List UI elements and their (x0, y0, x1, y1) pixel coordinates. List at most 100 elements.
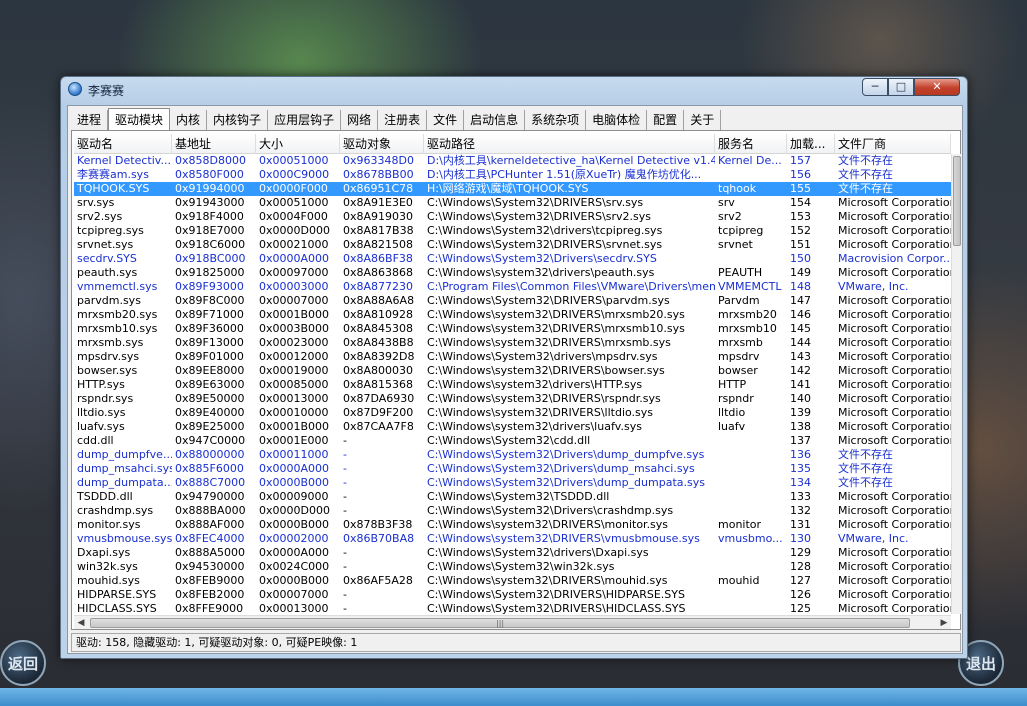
tab-8[interactable]: 启动信息 (464, 110, 526, 131)
table-cell: 0x88000000 (175, 448, 245, 461)
table-cell: luafv.sys (77, 420, 125, 433)
table-cell: 137 (790, 434, 811, 447)
table-cell: 0x8FEB9000 (175, 574, 245, 587)
table-row[interactable]: HTTP.sys 0x89E63000 0x00085000 0x8A815368 C:… (74, 378, 951, 392)
column-header[interactable]: 服务名 (715, 134, 787, 154)
table-cell: srvnet (718, 238, 753, 251)
table-row[interactable]: lltdio.sys 0x89E40000 0x00010000 0x87D9F200… (74, 406, 951, 420)
table-cell: mouhid (718, 574, 760, 587)
table-row[interactable]: Kernel Detectiv... 0x858D8000 0x00051000 0x… (74, 154, 951, 168)
table-row[interactable]: vmusbmouse.sys 0x8FEC4000 0x00002000 0x86B7… (74, 532, 951, 546)
table-row[interactable]: Dxapi.sys 0x888A5000 0x0000A000- C:\Windows… (74, 546, 951, 560)
column-header[interactable]: 驱动名 (74, 134, 172, 154)
scroll-right-icon[interactable]: ▶ (937, 616, 951, 630)
table-cell: C:\Windows\System32\Drivers\crashdmp.sys (427, 504, 674, 517)
table-row[interactable]: mouhid.sys 0x8FEB9000 0x0000B000 0x86AF5A28… (74, 574, 951, 588)
column-header[interactable]: 大小 (256, 134, 340, 154)
tab-3[interactable]: 内核钩子 (207, 110, 269, 131)
table-row[interactable]: dump_msahci.sys 0x885F6000 0x0000A000- C:\W… (74, 462, 951, 476)
table-row[interactable]: mrxsmb20.sys 0x89F71000 0x0001B000 0x8A8109… (74, 308, 951, 322)
table-row[interactable]: cdd.dll 0x947C0000 0x0001E000 - C:\Windows\S… (74, 434, 951, 448)
table-row[interactable]: parvdm.sys 0x89F8C000 0x00007000 0x8A88A6A8… (74, 294, 951, 308)
table-cell: - (343, 476, 347, 489)
tab-0[interactable]: 进程 (71, 110, 109, 131)
table-header: 驱动名 基地址 大小 驱动对象 驱动路径 服务名 加载... 文件厂商 (74, 134, 951, 154)
minimize-icon[interactable]: ─ (862, 78, 888, 96)
table-cell: 138 (790, 420, 811, 433)
column-header[interactable]: 基地址 (172, 134, 256, 154)
table-row[interactable]: rspndr.sys 0x89E50000 0x00013000 0x87DA6930… (74, 392, 951, 406)
table-cell: 0x8A815368 (343, 378, 414, 391)
tab-10[interactable]: 电脑体检 (586, 110, 648, 131)
back-button[interactable]: 返回 (0, 640, 46, 686)
table-row[interactable]: HIDPARSE.SYS 0x8FEB2000 0x00007000 - C:\Wind… (74, 588, 951, 602)
table-cell: mrxsmb10 (718, 322, 777, 335)
tab-1[interactable]: 驱动模块 (108, 108, 171, 131)
table-row[interactable]: HIDCLASS.SYS 0x8FFE9000 0x00013000 - C:\Wind… (74, 602, 951, 614)
table-cell: 0x87D9F200 (343, 406, 414, 419)
table-cell: 129 (790, 546, 811, 559)
table-row[interactable]: srv2.sys 0x918F4000 0x0004F000 0x8A919030 C:… (74, 210, 951, 224)
table-row[interactable]: mrxsmb10.sys 0x89F36000 0x0003B000 0x8A8453… (74, 322, 951, 336)
table-row[interactable]: TQHOOK.SYS 0x91994000 0x0000F000 0x86951C78… (74, 182, 951, 196)
table-row[interactable]: win32k.sys 0x94530000 0x0024C000- C:\Window… (74, 560, 951, 574)
table-row[interactable]: crashdmp.sys 0x888BA000 0x0000D000- C:\Wind… (74, 504, 951, 518)
table-row[interactable]: dump_dumpata.... 0x888C7000 0x0000B000- C:\… (74, 476, 951, 490)
tab-4[interactable]: 应用层钩子 (268, 110, 342, 131)
table-row[interactable]: dump_dumpfve.... 0x88000000 0x00011000 - C:\… (74, 448, 951, 462)
tab-7[interactable]: 文件 (427, 110, 465, 131)
scroll-left-icon[interactable]: ◀ (74, 616, 88, 630)
tab-5[interactable]: 网络 (341, 110, 379, 131)
table-row[interactable]: peauth.sys 0x91825000 0x00097000 0x8A863868… (74, 266, 951, 280)
column-header[interactable]: 文件厂商 (835, 134, 951, 154)
tab-12[interactable]: 关于 (684, 110, 722, 131)
column-header[interactable]: 加载... (787, 134, 835, 154)
column-header[interactable]: 驱动路径 (424, 134, 715, 154)
vertical-scrollbar[interactable] (951, 154, 961, 614)
table-cell: 0x89F93000 (175, 280, 244, 293)
table-cell: 0x00097000 (259, 266, 329, 279)
tab-6[interactable]: 注册表 (378, 110, 428, 131)
table-cell: HIDCLASS.SYS (77, 602, 157, 614)
table-cell: 0x0000B000 (259, 518, 330, 531)
table-cell: 0x86AF5A28 (343, 574, 413, 587)
title-bar[interactable]: 李赛赛 ─ □ ✕ (61, 77, 967, 101)
table-row[interactable]: mrxsmb.sys 0x89F13000 0x00023000 0x8A8438B8… (74, 336, 951, 350)
table-row[interactable]: mpsdrv.sys 0x89F01000 0x00012000 0x8A8392D8… (74, 350, 951, 364)
column-header[interactable]: 驱动对象 (340, 134, 424, 154)
table-row[interactable]: luafv.sys 0x89E25000 0x0001B000 0x87CAA7F8 C… (74, 420, 951, 434)
table-cell: D:\内核工具\kerneldetective_ha\Kernel Detect… (427, 154, 715, 167)
maximize-icon[interactable]: □ (888, 78, 914, 96)
table-cell: 0x8FFE9000 (175, 602, 244, 614)
table-row[interactable]: srvnet.sys 0x918C6000 0x00021000 0x8A821508… (74, 238, 951, 252)
table-cell: C:\Windows\System32\DRIVERS\srvnet.sys (427, 238, 663, 251)
table-cell: 0x89E63000 (175, 378, 245, 391)
horizontal-scrollbar[interactable]: ◀ ||| ▶ (74, 615, 951, 629)
close-icon[interactable]: ✕ (914, 78, 960, 96)
tab-9[interactable]: 系统杂项 (525, 110, 587, 131)
table-row[interactable]: secdrv.SYS 0x918BC000 0x0000A000 0x8A86BF38… (74, 252, 951, 266)
horizontal-scroll-thumb[interactable]: ||| (90, 618, 910, 628)
tab-11[interactable]: 配置 (647, 110, 685, 131)
table-cell: 0x8A8438B8 (343, 336, 414, 349)
table-cell: 0x91943000 (175, 196, 245, 209)
table-cell: 0x87DA6930 (343, 392, 415, 405)
table-cell: C:\Windows\system32\DRIVERS\lltdio.sys (427, 406, 654, 419)
table-row[interactable]: monitor.sys 0x888AF000 0x0000B000 0x878B3F3… (74, 518, 951, 532)
table-cell: 132 (790, 504, 811, 517)
table-row[interactable]: bowser.sys 0x89EE8000 0x00019000 0x8A800030… (74, 364, 951, 378)
vertical-scroll-thumb[interactable] (953, 156, 961, 246)
table-cell: 0x0000F000 (259, 182, 328, 195)
table-row[interactable]: 李赛赛am.sys 0x8580F000 0x000C9000 0x8678BB00 D… (74, 168, 951, 182)
table-cell: Microsoft Corporation (838, 588, 951, 601)
table-cell: mpsdrv (718, 350, 760, 363)
table-row[interactable]: vmmemctl.sys 0x89F93000 0x00003000 0x8A8772… (74, 280, 951, 294)
table-row[interactable]: tcpipreg.sys 0x918E7000 0x0000D000 0x8A817B… (74, 224, 951, 238)
tab-2[interactable]: 内核 (170, 110, 208, 131)
table-cell: 142 (790, 364, 811, 377)
table-cell: - (343, 504, 347, 517)
table-cell: 134 (790, 476, 811, 489)
table-row[interactable]: srv.sys 0x91943000 0x00051000 0x8A91E3E0 C:\… (74, 196, 951, 210)
table-row[interactable]: TSDDD.dll 0x94790000 0x00009000 - C:\Windows… (74, 490, 951, 504)
table-cell: win32k.sys (77, 560, 138, 573)
